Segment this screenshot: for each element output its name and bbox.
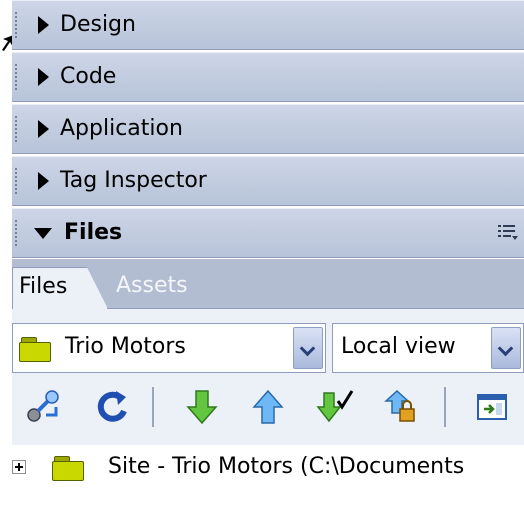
- toolbar-separator: [444, 387, 446, 427]
- chevron-down-icon[interactable]: [293, 327, 323, 369]
- site-select[interactable]: Trio Motors: [12, 323, 326, 373]
- check-out-icon[interactable]: [314, 387, 354, 427]
- drag-grip-icon[interactable]: [14, 115, 18, 143]
- expand-arrow-icon: [38, 172, 49, 190]
- tab-files[interactable]: Files: [12, 267, 108, 309]
- connect-icon[interactable]: [24, 387, 64, 427]
- refresh-icon[interactable]: [92, 387, 132, 427]
- files-tab-strip: Files Assets: [12, 259, 524, 309]
- expand-icon[interactable]: [472, 387, 512, 427]
- panel-title: Tag Inspector: [60, 168, 207, 193]
- left-dock-strip: [0, 0, 12, 510]
- options-menu-icon[interactable]: [498, 223, 518, 241]
- drag-grip-icon[interactable]: [14, 63, 18, 91]
- tab-assets[interactable]: Assets: [116, 273, 188, 298]
- site-select-value: Trio Motors: [65, 334, 186, 359]
- expand-arrow-icon: [38, 16, 49, 34]
- drag-grip-icon[interactable]: [14, 219, 18, 247]
- tree-expand-icon[interactable]: [12, 460, 26, 474]
- panel-group: Design Code Application Tag Inspector Fi…: [12, 0, 524, 510]
- put-files-icon[interactable]: [248, 387, 288, 427]
- files-toolbar-area: Trio Motors Local view: [12, 309, 524, 445]
- panel-design[interactable]: Design: [12, 0, 524, 50]
- panel-title: Code: [60, 64, 117, 89]
- expand-arrow-icon: [38, 120, 49, 138]
- collapse-arrow-icon: [34, 228, 52, 239]
- panel-files[interactable]: Files: [12, 208, 524, 258]
- folder-icon: [19, 337, 51, 362]
- view-select-value: Local view: [341, 334, 456, 359]
- folder-icon: [52, 456, 84, 481]
- drag-grip-icon[interactable]: [14, 167, 18, 195]
- tree-item-site-root[interactable]: Site - Trio Motors (C:\Documents: [12, 445, 524, 495]
- toolbar-separator: [152, 387, 154, 427]
- files-toolbar: [12, 379, 524, 439]
- drag-grip-icon[interactable]: [14, 11, 18, 39]
- panel-title: Files: [64, 220, 123, 245]
- panel-tag-inspector[interactable]: Tag Inspector: [12, 156, 524, 206]
- panel-title: Design: [60, 12, 136, 37]
- tab-label: Files: [19, 274, 68, 299]
- panel-title: Application: [60, 116, 183, 141]
- expand-arrow-icon: [38, 68, 49, 86]
- tree-item-label: Site - Trio Motors (C:\Documents: [108, 454, 465, 479]
- panel-application[interactable]: Application: [12, 104, 524, 154]
- get-files-icon[interactable]: [182, 387, 222, 427]
- check-in-icon[interactable]: [380, 387, 420, 427]
- view-select[interactable]: Local view: [332, 323, 524, 373]
- chevron-down-icon[interactable]: [491, 327, 521, 369]
- panel-code[interactable]: Code: [12, 52, 524, 102]
